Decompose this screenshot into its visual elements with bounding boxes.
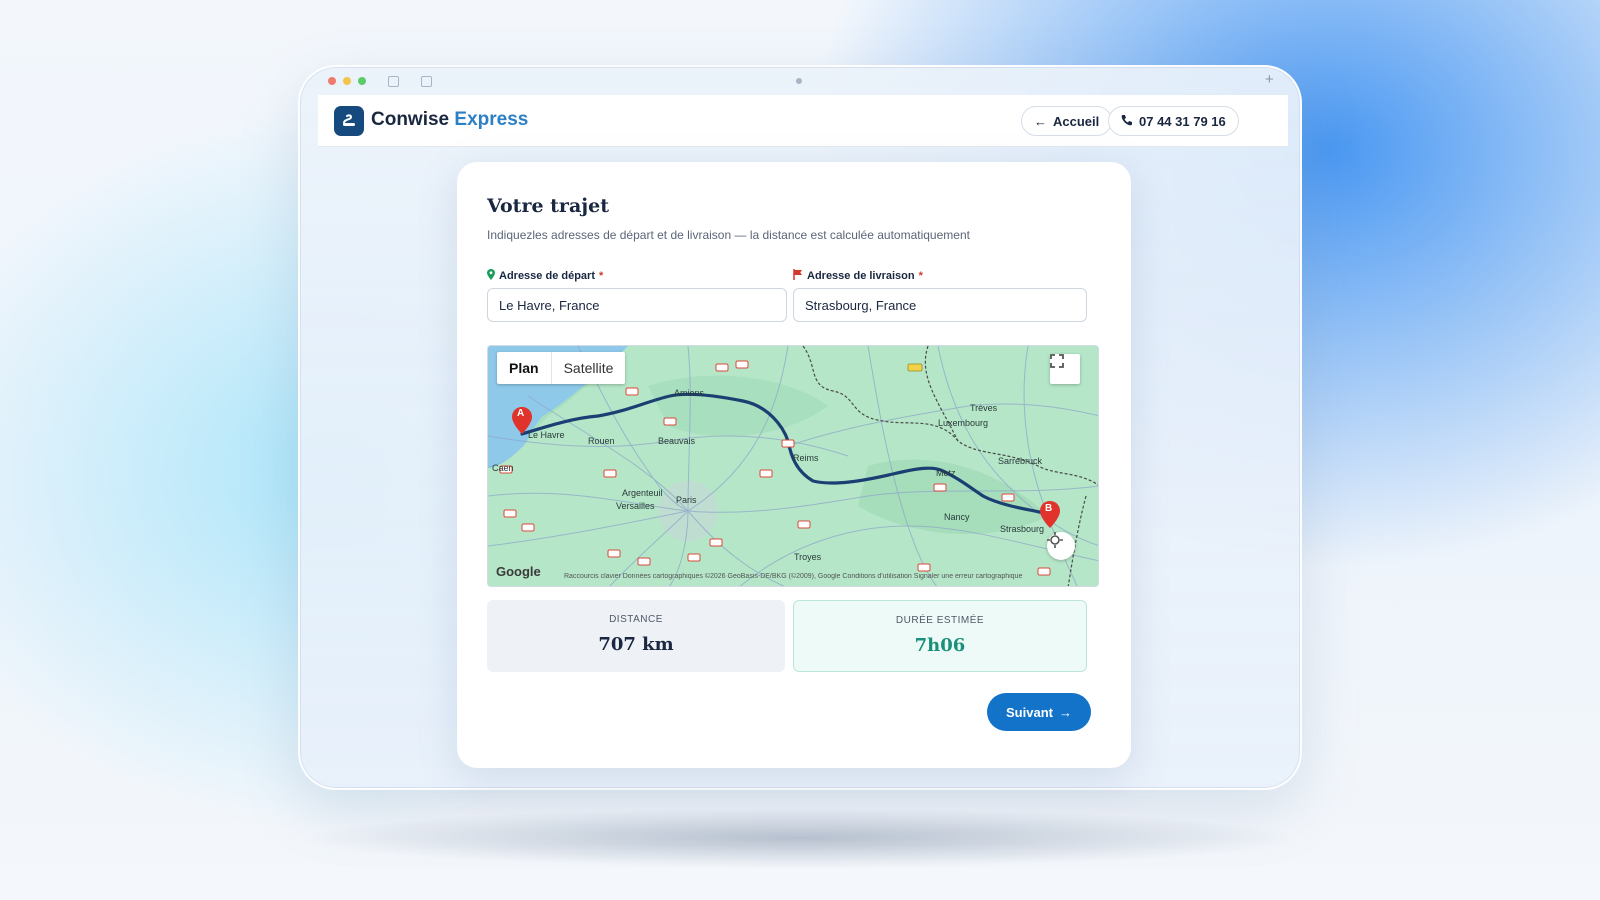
page-subtitle: Indiquezles adresses de départ et de liv… (487, 228, 970, 242)
phone-icon (1121, 114, 1133, 129)
departure-input[interactable] (487, 288, 787, 322)
brand-main: Conwise (371, 109, 450, 130)
route-map[interactable]: A B Le Havre Caen Rouen Amiens Beauvais … (487, 345, 1099, 587)
delivery-label: Adresse de livraison * (793, 269, 923, 283)
truck-logo-icon[interactable] (334, 106, 364, 136)
place-beauvais: Beauvais (658, 436, 696, 446)
brand-accent: Express (454, 109, 529, 130)
departure-label-text: Adresse de départ (499, 270, 595, 282)
place-le-havre: Le Havre (528, 430, 565, 440)
delivery-input[interactable] (793, 288, 1087, 322)
place-metz: Metz (936, 468, 956, 478)
duration-value: 7h06 (914, 635, 966, 656)
place-versailles: Versailles (616, 501, 655, 511)
page-title: Votre trajet (487, 195, 609, 217)
phone-button[interactable]: 07 44 31 79 16 (1108, 106, 1239, 136)
distance-stat: DISTANCE 707 km (487, 600, 785, 672)
home-button[interactable]: ← Accueil (1021, 106, 1113, 136)
next-button-label: Suivant (1006, 704, 1053, 720)
map-type-toggle: Plan Satellite (497, 352, 626, 384)
required-mark: * (598, 270, 604, 282)
duration-stat: DURÉE ESTIMÉE 7h06 (793, 600, 1087, 672)
minimize-dot[interactable] (343, 77, 351, 85)
maximize-dot[interactable] (358, 77, 366, 85)
place-caen: Caen (492, 463, 514, 473)
place-nancy: Nancy (944, 512, 970, 522)
place-treves: Trèves (970, 403, 998, 413)
delivery-label-text: Adresse de livraison (807, 270, 915, 282)
distance-label: DISTANCE (609, 614, 663, 625)
phone-number: 07 44 31 79 16 (1139, 113, 1226, 129)
place-rouen: Rouen (588, 436, 615, 446)
home-button-label: Accueil (1053, 113, 1100, 129)
arrow-left-icon: ← (1034, 113, 1047, 129)
trip-card: Votre trajet Indiquezles adresses de dép… (457, 162, 1131, 768)
sidebar-toggle-icon[interactable] (388, 76, 399, 87)
duration-label: DURÉE ESTIMÉE (895, 615, 985, 626)
required-mark: * (918, 270, 923, 282)
place-argenteuil: Argenteuil (622, 488, 663, 498)
tab-overview-icon[interactable] (421, 76, 432, 87)
place-amiens: Amiens (674, 388, 705, 398)
google-logo: Google (496, 564, 541, 579)
map-pin-icon (487, 269, 495, 283)
map-attribution[interactable]: Raccourcis clavier Données cartographiqu… (564, 573, 1094, 580)
close-dot[interactable] (328, 77, 336, 85)
place-sarrebruck: Sarrebruck (998, 456, 1043, 466)
locate-icon[interactable] (1047, 532, 1075, 560)
arrow-right-icon: → (1058, 704, 1072, 720)
address-dot (796, 78, 802, 84)
place-reims: Reims (793, 453, 819, 463)
departure-label: Adresse de départ * (487, 269, 603, 283)
place-troyes: Troyes (794, 552, 822, 562)
place-paris: Paris (676, 495, 697, 505)
app-header: Conwise Express ← Accueil 07 44 31 79 16 (318, 95, 1288, 147)
window-chrome: + (300, 67, 1300, 95)
map-type-plan[interactable]: Plan (497, 352, 552, 384)
distance-value: 707 km (598, 634, 674, 655)
browser-window: + Conwise Express ← Accueil 07 44 31 79 … (298, 65, 1302, 790)
place-luxembourg: Luxembourg (938, 418, 989, 428)
fullscreen-icon[interactable] (1050, 354, 1080, 384)
marker-b-label: B (1045, 503, 1053, 514)
flag-icon (793, 269, 803, 283)
map-type-satellite[interactable]: Satellite (552, 352, 626, 384)
place-strasbourg: Strasbourg (1000, 524, 1045, 534)
new-tab-icon[interactable]: + (1265, 71, 1274, 88)
next-button[interactable]: Suivant → (987, 693, 1091, 731)
floor-shadow (300, 808, 1300, 868)
brand-name[interactable]: Conwise Express (371, 109, 528, 131)
